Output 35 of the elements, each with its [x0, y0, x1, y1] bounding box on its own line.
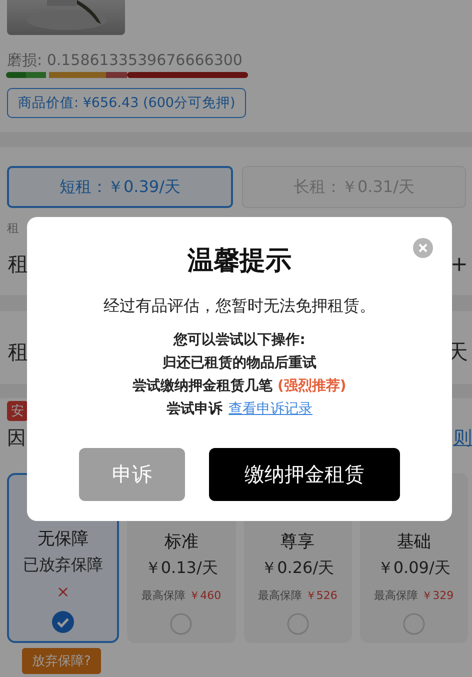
tag: 安: [7, 401, 28, 421]
plan-price: ￥0.26/天: [261, 558, 334, 579]
field-label: 租: [8, 251, 29, 278]
plan-price: ￥0.13/天: [144, 558, 218, 579]
plan-coverage: 最高保障 ￥460: [142, 588, 222, 603]
plus-button[interactable]: +: [450, 252, 468, 276]
option-text: 归还已租赁的物品后重试: [162, 354, 316, 372]
plan-name: 无保障: [38, 528, 89, 550]
plan-price: 已放弃保障: [23, 555, 104, 576]
cross-icon: ×: [56, 582, 70, 601]
tooltip: 放弃保障?: [22, 648, 101, 674]
wear-label: 磨损: 0.1586133539676666300: [7, 50, 244, 70]
plan-coverage: 最高保障 ￥526: [258, 588, 338, 603]
close-icon[interactable]: [413, 238, 433, 258]
dialog-subtitle: 您可以尝试以下操作:: [174, 331, 306, 349]
rules-link[interactable]: 则: [453, 425, 472, 451]
field-label: 租: [8, 339, 29, 366]
plan-name: 标准: [164, 531, 198, 553]
pay-deposit-button[interactable]: 缴纳押金租赁: [209, 448, 400, 501]
plan-price: ￥0.09/天: [377, 558, 450, 579]
radio-icon[interactable]: [402, 613, 425, 635]
radio-icon[interactable]: [170, 613, 192, 635]
appeal-record-link[interactable]: 查看申诉记录: [228, 401, 312, 417]
option-text: 尝试申诉 查看申诉记录: [166, 400, 312, 418]
value-tag: 商品价值: ¥656.43 (600分可免押): [7, 88, 246, 118]
plan-name: 基础: [396, 531, 431, 553]
note-text: 因: [7, 426, 26, 451]
plan-name: 尊享: [280, 531, 315, 553]
field-label: 租: [7, 220, 19, 237]
radio-icon[interactable]: [286, 613, 309, 635]
dialog-message: 经过有品评估，您暂时无法免押租赁。: [104, 296, 376, 317]
option-text: 尝试缴纳押金租赁几笔 (强烈推荐): [132, 377, 346, 395]
radio-checked-icon[interactable]: [52, 611, 74, 633]
plan-coverage: 最高保障 ￥329: [374, 588, 454, 603]
dialog-title: 温馨提示: [188, 245, 292, 278]
